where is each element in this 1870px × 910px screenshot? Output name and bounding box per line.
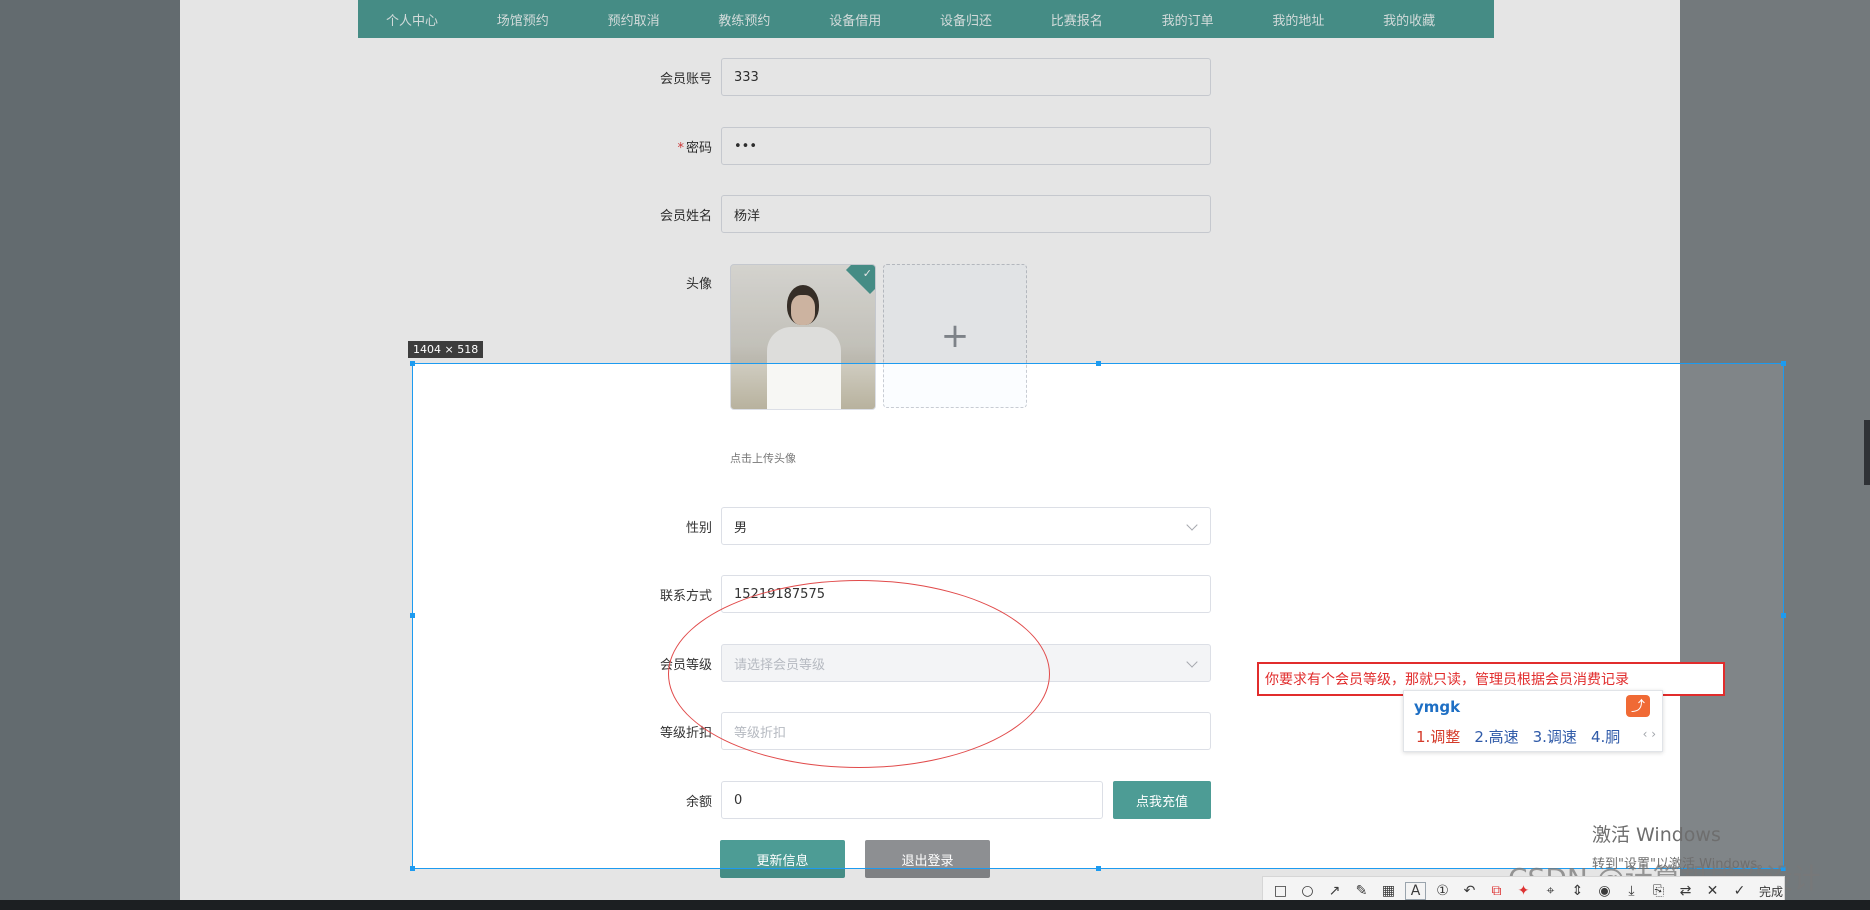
text-icon[interactable]: A (1405, 882, 1426, 900)
translate-icon[interactable]: ⇄ (1676, 883, 1695, 899)
toolbar-done-button[interactable]: 完成 (1759, 883, 1783, 900)
resize-handle[interactable] (410, 866, 415, 871)
close-icon[interactable]: ✕ (1703, 883, 1722, 899)
ime-logo-icon: ⤴ (1626, 695, 1650, 717)
scroll-capture-icon[interactable]: ⇕ (1568, 883, 1587, 899)
left-dark-region (0, 0, 180, 910)
ime-candidate-list: 1.调整 2.高速 3.调速 4.胴 (1416, 726, 1620, 747)
mosaic-icon[interactable]: ▦ (1379, 883, 1398, 899)
arrow-icon[interactable]: ↗ (1325, 883, 1344, 899)
ime-candidate-window: ymgk ⤴ 1.调整 2.高速 3.调速 4.胴 ‹ › (1403, 690, 1663, 752)
resize-handle[interactable] (410, 361, 415, 366)
ocr-icon[interactable]: ⧉ (1487, 883, 1506, 899)
ime-candidate[interactable]: 2.高速 (1474, 726, 1518, 747)
ime-page-arrows[interactable]: ‹ › (1643, 727, 1656, 741)
taskbar-edge (0, 900, 1870, 910)
pin-icon[interactable]: ⌖ (1541, 883, 1560, 899)
annotation-ellipse[interactable] (668, 580, 1050, 768)
resize-handle[interactable] (1781, 613, 1786, 618)
check-icon[interactable]: ✓ (1730, 883, 1749, 899)
ime-candidate[interactable]: 1.调整 (1416, 726, 1460, 747)
ime-candidate[interactable]: 4.胴 (1591, 726, 1620, 747)
copy-icon[interactable]: ⎘ (1649, 883, 1668, 899)
scrollbar-thumb[interactable] (1864, 420, 1870, 485)
screen: 个人中心 场馆预约 预约取消 教练预约 设备借用 设备归还 比赛报名 我的订单 … (0, 0, 1870, 910)
windows-watermark-title: 激活 Windows (1592, 824, 1721, 846)
rectangle-icon[interactable]: □ (1271, 883, 1290, 899)
ime-composition: ymgk (1414, 698, 1461, 716)
pen-icon[interactable]: ✎ (1352, 883, 1371, 899)
capture-dim-top (0, 0, 1870, 363)
resize-handle[interactable] (1096, 361, 1101, 366)
ime-candidate[interactable]: 3.调速 (1533, 726, 1577, 747)
capture-size-label: 1404 × 518 (408, 341, 484, 358)
record-icon[interactable]: ◉ (1595, 883, 1614, 899)
ellipse-icon[interactable]: ○ (1298, 883, 1317, 899)
resize-handle[interactable] (1781, 361, 1786, 366)
number-icon[interactable]: ① (1433, 883, 1452, 899)
resize-handle[interactable] (1096, 866, 1101, 871)
undo-icon[interactable]: ↶ (1460, 883, 1479, 899)
save-icon[interactable]: ⤓ (1622, 883, 1641, 899)
resize-handle[interactable] (410, 613, 415, 618)
capture-selection-frame[interactable] (410, 361, 1786, 871)
annotation-text: 你要求有个会员等级，那就只读，管理员根据会员消费记录 (1265, 672, 1629, 688)
ai-icon[interactable]: ✦ (1514, 883, 1533, 899)
